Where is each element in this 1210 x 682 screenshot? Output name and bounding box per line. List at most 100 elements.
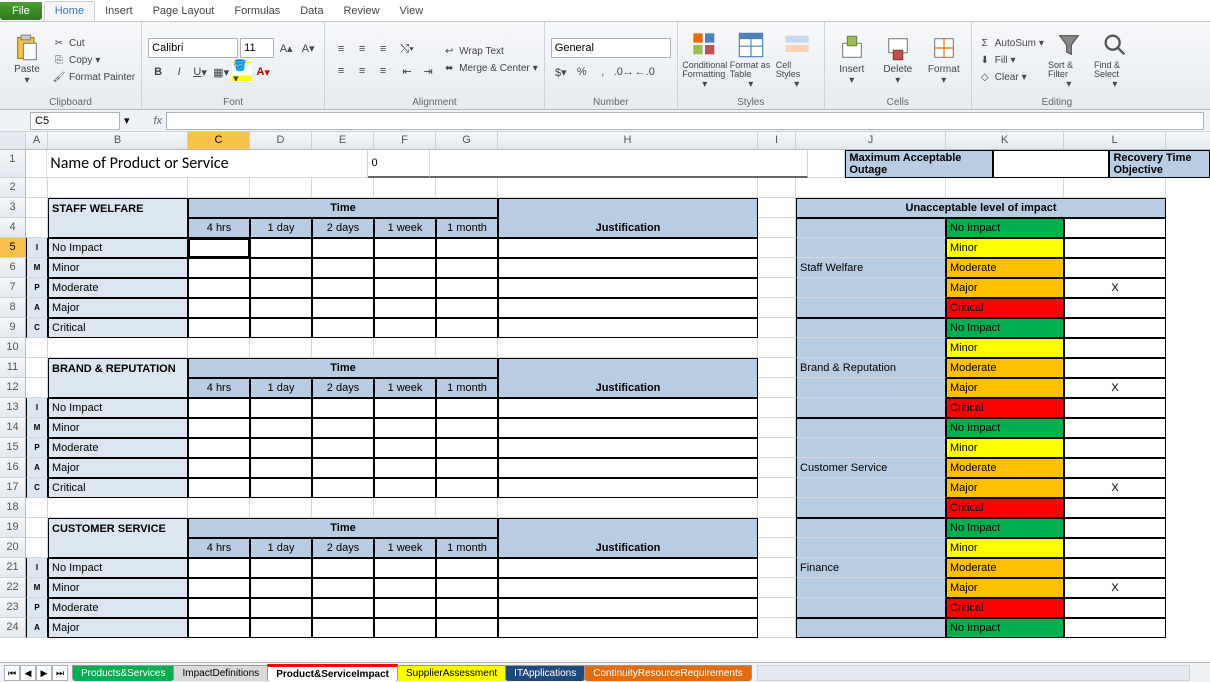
- impact-x[interactable]: [1064, 458, 1166, 478]
- row-3[interactable]: 3: [0, 198, 26, 218]
- cell[interactable]: [312, 298, 374, 318]
- cell[interactable]: [188, 258, 250, 278]
- bold-button[interactable]: B: [148, 62, 168, 82]
- cell[interactable]: [250, 298, 312, 318]
- cell[interactable]: [758, 178, 796, 198]
- impact-section[interactable]: [796, 318, 946, 338]
- cell[interactable]: [26, 538, 48, 558]
- cell[interactable]: [188, 498, 250, 518]
- impact-level[interactable]: No Impact: [946, 518, 1064, 538]
- cell[interactable]: [758, 358, 796, 378]
- row-9[interactable]: 9: [0, 318, 26, 338]
- impact-level[interactable]: Critical: [946, 498, 1064, 518]
- title-underline[interactable]: [430, 150, 808, 178]
- cell[interactable]: [498, 178, 758, 198]
- impact-x[interactable]: [1064, 518, 1166, 538]
- horizontal-scrollbar[interactable]: [757, 665, 1190, 681]
- wrap-text-button[interactable]: ↩Wrap Text: [442, 45, 538, 59]
- align-center-button[interactable]: ≡: [352, 61, 372, 81]
- row-4[interactable]: 4: [0, 218, 26, 238]
- formula-input[interactable]: [166, 112, 1204, 130]
- impact-x[interactable]: [1064, 258, 1166, 278]
- cell[interactable]: [26, 358, 48, 378]
- align-bottom-button[interactable]: ≡: [373, 39, 393, 59]
- cell[interactable]: [374, 418, 436, 438]
- cell[interactable]: [188, 298, 250, 318]
- cell[interactable]: [374, 298, 436, 318]
- impact-level[interactable]: Moderate: [946, 258, 1064, 278]
- justification-cell[interactable]: [498, 598, 758, 618]
- cut-button[interactable]: ✂Cut: [52, 36, 135, 50]
- impact-section[interactable]: [796, 438, 946, 458]
- impact-level[interactable]: Critical: [946, 598, 1064, 618]
- cell[interactable]: [26, 198, 48, 218]
- impact-section[interactable]: [796, 238, 946, 258]
- underline-button[interactable]: U▾: [190, 62, 210, 82]
- impact-x[interactable]: [1064, 398, 1166, 418]
- impact-section[interactable]: [796, 478, 946, 498]
- row-16[interactable]: 16: [0, 458, 26, 478]
- cell[interactable]: [758, 278, 796, 298]
- impact-x[interactable]: [1064, 438, 1166, 458]
- cell[interactable]: [312, 578, 374, 598]
- row-15[interactable]: 15: [0, 438, 26, 458]
- cell[interactable]: [250, 558, 312, 578]
- row-19[interactable]: 19: [0, 518, 26, 538]
- cell[interactable]: [374, 318, 436, 338]
- impact-section[interactable]: [796, 518, 946, 538]
- cell[interactable]: [758, 578, 796, 598]
- cell[interactable]: [250, 498, 312, 518]
- impact-section[interactable]: [796, 338, 946, 358]
- cell[interactable]: [26, 378, 48, 398]
- cell[interactable]: [250, 438, 312, 458]
- impact-x[interactable]: [1064, 618, 1166, 638]
- cell[interactable]: [436, 478, 498, 498]
- name-box[interactable]: [30, 112, 120, 130]
- row-22[interactable]: 22: [0, 578, 26, 598]
- impact-section[interactable]: [796, 618, 946, 638]
- cell[interactable]: [374, 498, 436, 518]
- justification-cell[interactable]: [498, 318, 758, 338]
- sheet-nav-first[interactable]: ⏮: [4, 665, 20, 681]
- align-right-button[interactable]: ≡: [373, 61, 393, 81]
- impact-x[interactable]: [1064, 558, 1166, 578]
- cell[interactable]: [758, 598, 796, 618]
- impact-level[interactable]: Minor: [946, 438, 1064, 458]
- impact-row-label[interactable]: No Impact: [48, 558, 188, 578]
- cell[interactable]: [436, 178, 498, 198]
- row-13[interactable]: 13: [0, 398, 26, 418]
- grow-font-button[interactable]: A▴: [276, 38, 296, 58]
- row-11[interactable]: 11: [0, 358, 26, 378]
- cell[interactable]: [374, 558, 436, 578]
- cell[interactable]: [436, 458, 498, 478]
- impact-row-label[interactable]: No Impact: [48, 398, 188, 418]
- cell[interactable]: [758, 458, 796, 478]
- cell[interactable]: [374, 578, 436, 598]
- impact-x[interactable]: [1064, 538, 1166, 558]
- impact-section[interactable]: Customer Service: [796, 458, 946, 478]
- impact-row-label[interactable]: Major: [48, 618, 188, 638]
- format-as-table-button[interactable]: Format as Table▾: [730, 27, 772, 93]
- cell[interactable]: [498, 498, 758, 518]
- sheet-tab-3[interactable]: SupplierAssessment: [397, 665, 506, 681]
- impact-section[interactable]: Brand & Reputation: [796, 358, 946, 378]
- col-L[interactable]: L: [1064, 132, 1166, 149]
- mao-value[interactable]: [993, 150, 1109, 178]
- cell[interactable]: [758, 238, 796, 258]
- paste-button[interactable]: Paste▾: [6, 27, 48, 93]
- sheet-tab-5[interactable]: ContinuityResourceRequirements: [584, 665, 752, 681]
- cell[interactable]: [188, 478, 250, 498]
- fill-color-button[interactable]: 🪣▾: [232, 62, 252, 82]
- cell[interactable]: [436, 238, 498, 258]
- cell[interactable]: [250, 318, 312, 338]
- cell[interactable]: [312, 238, 374, 258]
- impact-row-label[interactable]: No Impact: [48, 238, 188, 258]
- cell[interactable]: [436, 598, 498, 618]
- cell[interactable]: [188, 618, 250, 638]
- cell[interactable]: [498, 338, 758, 358]
- col-B[interactable]: B: [48, 132, 188, 149]
- cell[interactable]: [436, 298, 498, 318]
- cell[interactable]: [250, 618, 312, 638]
- cell[interactable]: [250, 178, 312, 198]
- format-painter-button[interactable]: 🖌Format Painter: [52, 70, 135, 84]
